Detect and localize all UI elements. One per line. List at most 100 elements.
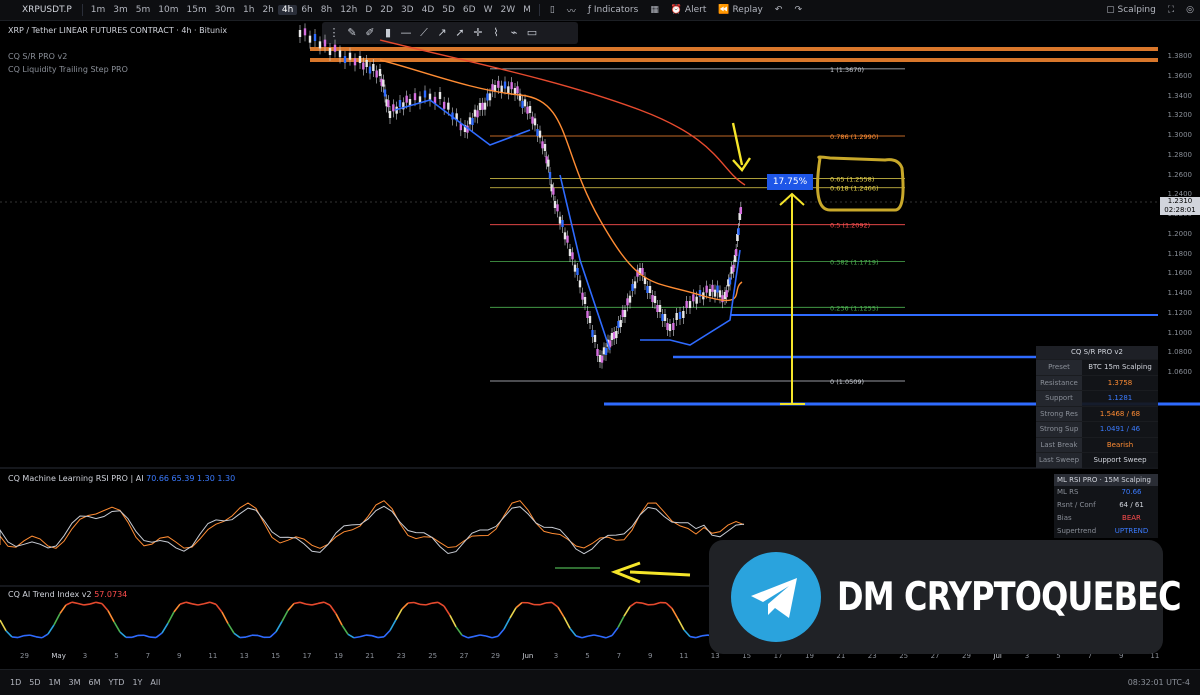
divider bbox=[539, 4, 540, 16]
alert-button[interactable]: ⏰ Alert bbox=[665, 5, 713, 15]
range-YTD[interactable]: YTD bbox=[105, 678, 129, 687]
candle-body bbox=[379, 69, 381, 76]
layout-button[interactable]: ▢ Scalping bbox=[1100, 5, 1162, 15]
timeframe-3D[interactable]: 3D bbox=[397, 5, 418, 15]
timeframe-D[interactable]: D bbox=[361, 5, 376, 15]
range-All[interactable]: All bbox=[146, 678, 164, 687]
timeframe-2D[interactable]: 2D bbox=[376, 5, 397, 15]
redo-icon[interactable]: ↷ bbox=[788, 5, 808, 15]
candle-body bbox=[594, 335, 596, 342]
timeframe-5m[interactable]: 5m bbox=[132, 5, 155, 15]
candle-body bbox=[304, 28, 306, 35]
trend-index-segment bbox=[468, 636, 474, 637]
replay-button[interactable]: ⏪ Replay bbox=[712, 5, 769, 15]
candle-body bbox=[651, 295, 653, 302]
timeframe-W[interactable]: W bbox=[480, 5, 497, 15]
rsi-signal-line bbox=[0, 501, 744, 549]
candle-body bbox=[584, 297, 586, 304]
yellow-arrow-down bbox=[733, 123, 750, 170]
symbol-search[interactable]: XRPUSDT.P bbox=[0, 5, 78, 15]
candle-body bbox=[521, 101, 523, 108]
timeframe-4D[interactable]: 4D bbox=[418, 5, 439, 15]
timeframe-1h[interactable]: 1h bbox=[239, 5, 258, 15]
ml-rsi-key: Rsnt / Conf bbox=[1054, 499, 1105, 512]
candle-body bbox=[646, 286, 648, 293]
indicators-button[interactable]: ƒ Indicators bbox=[582, 5, 645, 15]
timeframe-3m[interactable]: 3m bbox=[109, 5, 132, 15]
replay-label: Replay bbox=[732, 5, 762, 15]
trend-index-segment bbox=[330, 605, 336, 614]
ml-rsi-key: ML RS bbox=[1054, 486, 1105, 499]
range-1M[interactable]: 1M bbox=[45, 678, 65, 687]
timeframe-6D[interactable]: 6D bbox=[459, 5, 480, 15]
undo-icon[interactable]: ↶ bbox=[769, 5, 789, 15]
timeframe-30m[interactable]: 30m bbox=[211, 5, 239, 15]
trend-index-segment bbox=[12, 637, 18, 638]
trend-index-segment bbox=[372, 636, 378, 638]
candle-body bbox=[661, 314, 663, 321]
range-1Y[interactable]: 1Y bbox=[128, 678, 146, 687]
rsi-values: 70.66 65.39 1.30 1.30 bbox=[146, 474, 235, 483]
candle-body bbox=[344, 56, 346, 63]
candle-body bbox=[547, 160, 549, 167]
templates-icon[interactable]: ▦ bbox=[644, 5, 665, 15]
fib-level-label: 0.786 (1.2990) bbox=[830, 133, 879, 141]
time-axis[interactable]: 29May357911131517192123252729Jun35791113… bbox=[0, 652, 1160, 666]
timeframe-4h[interactable]: 4h bbox=[278, 5, 297, 15]
trend-index-segment bbox=[90, 602, 96, 604]
line-chart-icon[interactable]: 〰 bbox=[561, 4, 582, 17]
candle-body bbox=[626, 298, 628, 305]
timeframe-10m[interactable]: 10m bbox=[154, 5, 182, 15]
candle-body bbox=[349, 53, 351, 60]
trend-index-segment bbox=[666, 603, 672, 609]
date-tick: Jun bbox=[522, 652, 533, 660]
clock[interactable]: 08:32:01 UTC-4 bbox=[1128, 678, 1200, 687]
price-tick: 1.2600 bbox=[1168, 171, 1193, 179]
trend-index-segment bbox=[552, 602, 558, 607]
candle-body bbox=[564, 232, 566, 239]
timeframe-15m[interactable]: 15m bbox=[183, 5, 211, 15]
timeframe-5D[interactable]: 5D bbox=[438, 5, 459, 15]
candle-body bbox=[571, 252, 573, 259]
trend-index-segment bbox=[582, 636, 588, 638]
candle-body bbox=[559, 217, 561, 224]
timeframe-M[interactable]: M bbox=[519, 5, 535, 15]
trend-index-segment bbox=[636, 602, 642, 603]
timeframe-8h[interactable]: 8h bbox=[317, 5, 336, 15]
candle-body bbox=[615, 331, 617, 338]
trend-index-segment bbox=[240, 637, 246, 638]
candle-body bbox=[629, 296, 631, 303]
price-tick: 1.3800 bbox=[1168, 52, 1193, 60]
timeframe-1m[interactable]: 1m bbox=[87, 5, 110, 15]
sr-table-title: CQ S/R PRO v2 bbox=[1036, 346, 1158, 359]
price-tick: 1.3000 bbox=[1168, 131, 1193, 139]
trend-index-segment bbox=[408, 603, 414, 604]
sr-table-row: Strong Sup1.0491 / 46 bbox=[1036, 421, 1158, 437]
range-5D[interactable]: 5D bbox=[25, 678, 44, 687]
candle-body bbox=[586, 311, 588, 318]
trend-index-segment bbox=[294, 602, 300, 603]
candle-body bbox=[613, 332, 615, 339]
indicators-label: Indicators bbox=[594, 5, 638, 15]
price-axis[interactable]: 1.38001.36001.34001.32001.30001.28001.26… bbox=[1158, 20, 1200, 470]
timeframe-12h[interactable]: 12h bbox=[336, 5, 361, 15]
fullscreen-icon[interactable]: ⛶ bbox=[1162, 5, 1180, 15]
ml-rsi-row: ML RS70.66 bbox=[1054, 486, 1158, 499]
resistance-zone bbox=[310, 47, 1158, 51]
candle-body bbox=[510, 82, 512, 89]
trend-index-segment bbox=[96, 602, 102, 603]
snapshot-icon[interactable]: ◎ bbox=[1180, 5, 1200, 15]
range-1D[interactable]: 1D bbox=[6, 678, 25, 687]
timeframe-2W[interactable]: 2W bbox=[496, 5, 519, 15]
price-tick: 1.2000 bbox=[1168, 230, 1193, 238]
trend-index-segment bbox=[198, 604, 204, 605]
candle-body bbox=[631, 284, 633, 291]
chart-type-icon[interactable]: ▯ bbox=[544, 5, 561, 15]
trend-index-segment bbox=[180, 602, 186, 604]
price-tick: 1.0600 bbox=[1168, 368, 1193, 376]
timeframe-6h[interactable]: 6h bbox=[297, 5, 316, 15]
range-3M[interactable]: 3M bbox=[65, 678, 85, 687]
trend-index-segment bbox=[618, 616, 624, 627]
range-6M[interactable]: 6M bbox=[85, 678, 105, 687]
timeframe-2h[interactable]: 2h bbox=[258, 5, 277, 15]
